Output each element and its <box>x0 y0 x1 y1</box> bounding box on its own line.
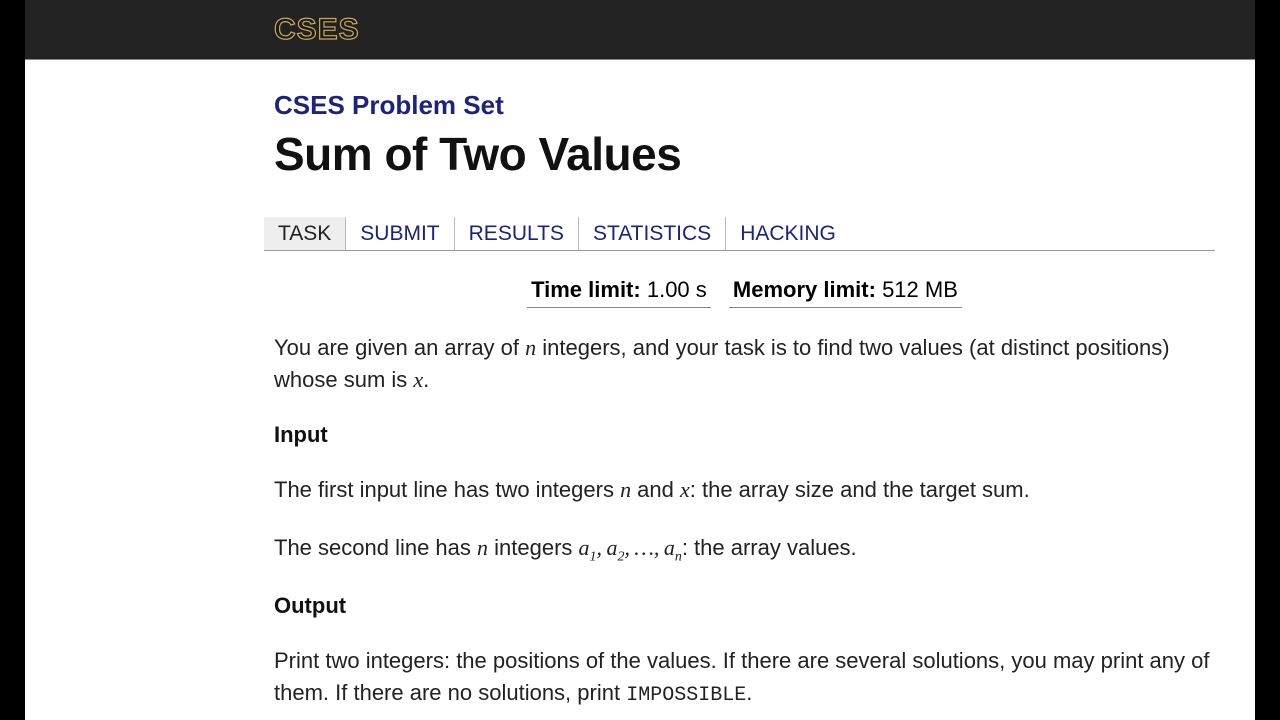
memory-limit-value: 512 MB <box>882 277 958 302</box>
page-container: CSES CSES Problem Set Sum of Two Values … <box>25 0 1255 720</box>
impossible-literal: IMPOSSIBLE <box>626 684 746 707</box>
header-bar: CSES <box>25 0 1255 60</box>
tab-bar: TASKSUBMITRESULTSSTATISTICSHACKING <box>264 217 1215 251</box>
text: . <box>423 367 429 392</box>
math-a2: a2 <box>606 535 624 560</box>
time-limit: Time limit: 1.00 s <box>527 277 711 308</box>
comma: , <box>624 535 634 560</box>
input-heading: Input <box>274 422 1215 448</box>
comma: , <box>654 535 664 560</box>
input-line-2: The second line has n integers a1, a2, …… <box>274 532 1215 568</box>
tab-task[interactable]: TASK <box>264 217 346 250</box>
site-logo[interactable]: CSES <box>274 13 360 47</box>
text: The first input line has two integers <box>274 477 620 502</box>
time-limit-value: 1.00 s <box>647 277 707 302</box>
output-heading: Output <box>274 593 1215 619</box>
text: : the array size and the target sum. <box>690 477 1030 502</box>
tab-results[interactable]: RESULTS <box>455 217 579 250</box>
math-n: n <box>525 335 536 360</box>
math-n: n <box>620 477 631 502</box>
tab-hacking[interactable]: HACKING <box>726 217 850 250</box>
math-x: x <box>413 367 423 392</box>
tab-submit[interactable]: SUBMIT <box>346 217 454 250</box>
text: integers <box>488 535 579 560</box>
problem-description: You are given an array of n integers, an… <box>274 332 1215 396</box>
limits-row: Time limit: 1.00 s Memory limit: 512 MB <box>274 277 1215 308</box>
math-a1: a1 <box>579 535 597 560</box>
dots: … <box>634 535 654 560</box>
time-limit-label: Time limit: <box>531 277 641 302</box>
output-description: Print two integers: the positions of the… <box>274 645 1215 710</box>
content-area: CSES Problem Set Sum of Two Values TASKS… <box>25 60 1255 710</box>
text: . <box>746 680 752 705</box>
math-x: x <box>680 477 690 502</box>
text: : the array values. <box>682 535 857 560</box>
text: and <box>631 477 680 502</box>
comma: , <box>597 535 607 560</box>
site-title[interactable]: CSES Problem Set <box>274 90 1215 121</box>
tab-statistics[interactable]: STATISTICS <box>579 217 726 250</box>
problem-title: Sum of Two Values <box>274 127 1215 181</box>
math-n: n <box>477 535 488 560</box>
text: You are given an array of <box>274 335 525 360</box>
math-an: an <box>664 535 682 560</box>
memory-limit-label: Memory limit: <box>733 277 876 302</box>
input-line-1: The first input line has two integers n … <box>274 474 1215 506</box>
memory-limit: Memory limit: 512 MB <box>729 277 962 308</box>
text: The second line has <box>274 535 477 560</box>
